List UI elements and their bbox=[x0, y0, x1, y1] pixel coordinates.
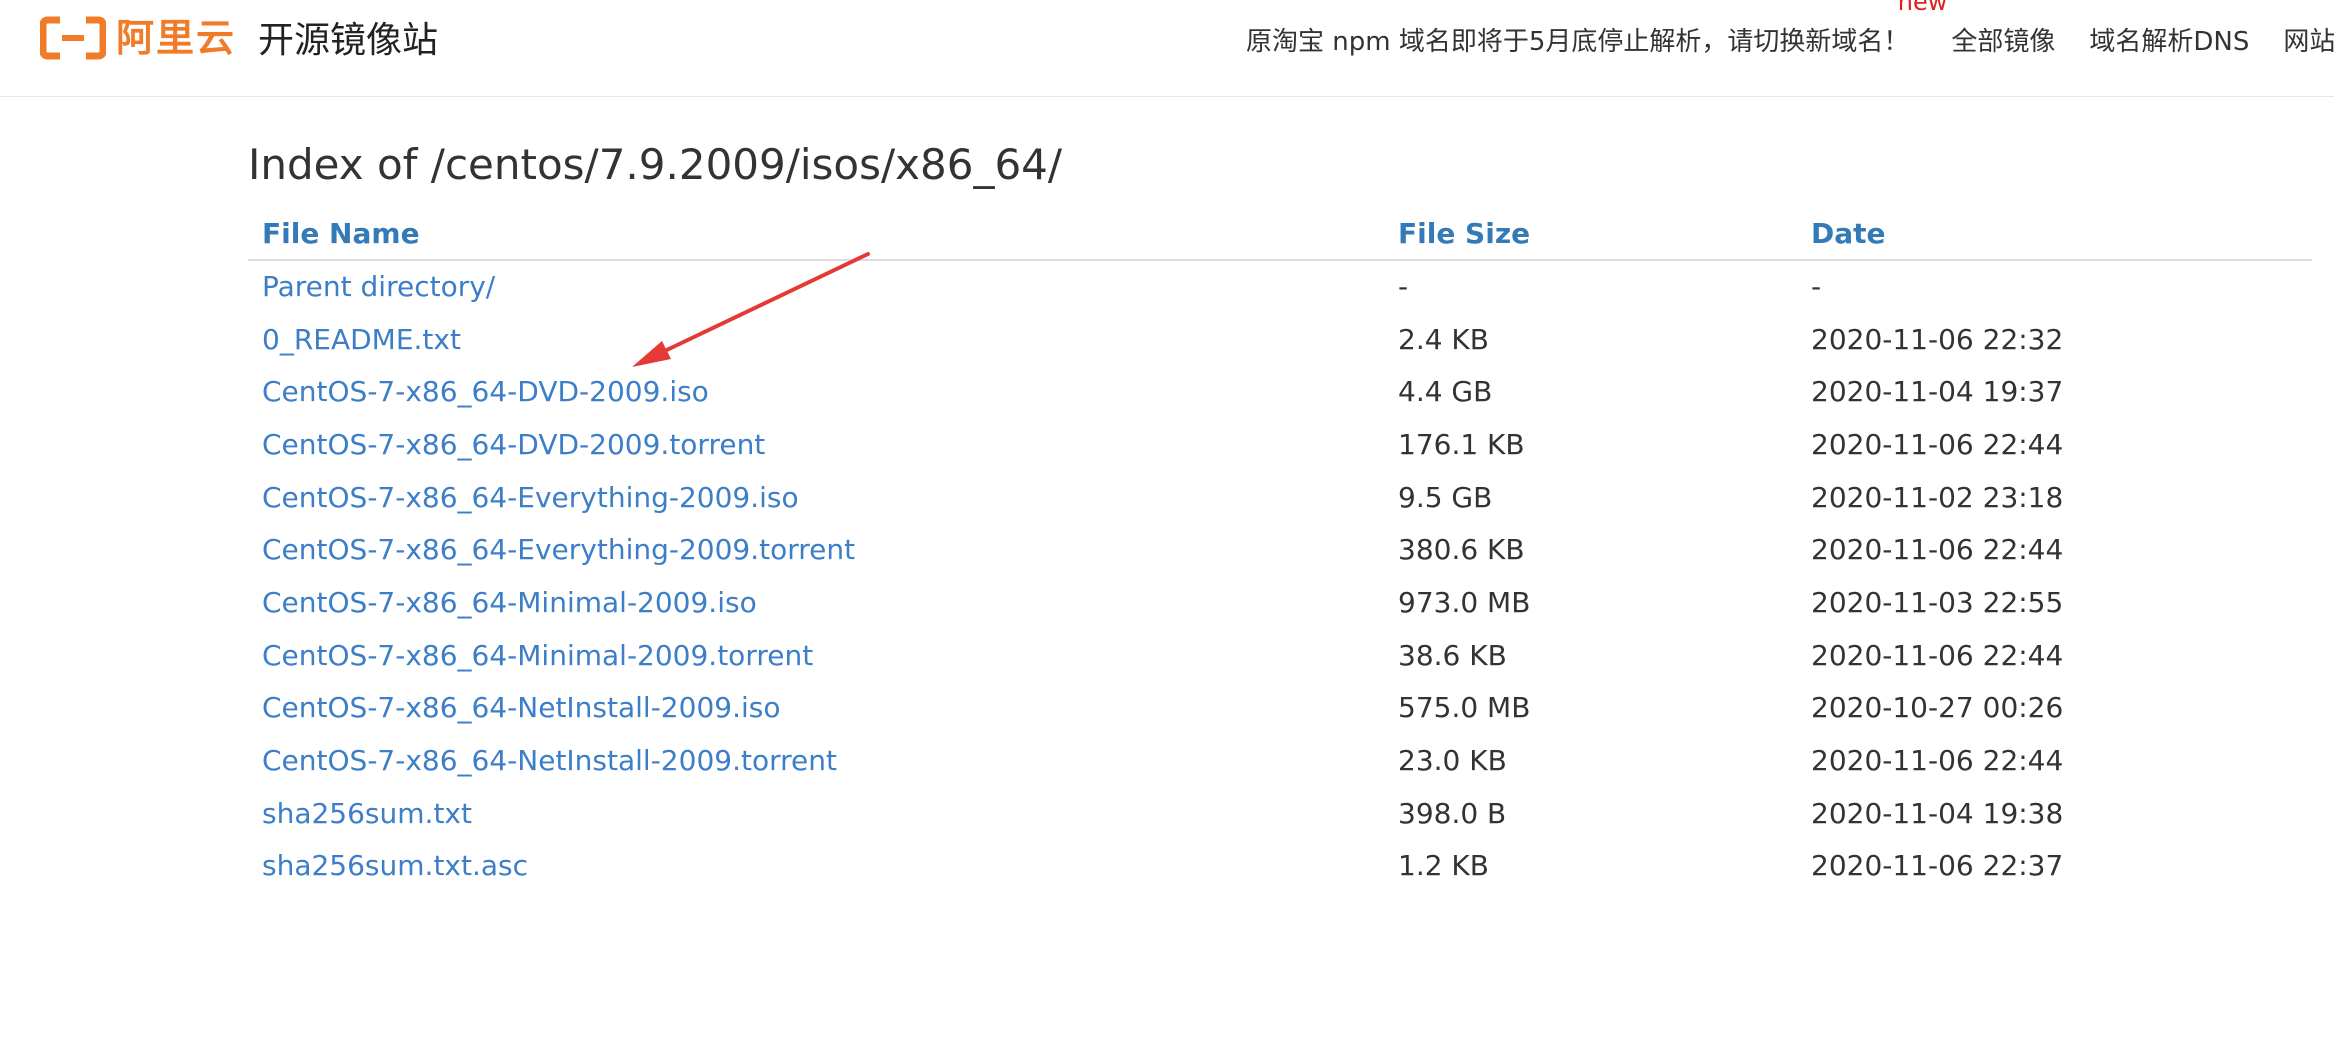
file-size-cell: 4.4 GB bbox=[1398, 375, 1493, 409]
file-size-cell: 380.6 KB bbox=[1398, 533, 1525, 567]
table-row: sha256sum.txt.asc 1.2 KB 2020-11-06 22:37 bbox=[248, 840, 2312, 893]
file-size-cell: 575.0 MB bbox=[1398, 691, 1531, 725]
file-date-cell: 2020-11-06 22:44 bbox=[1811, 744, 2064, 778]
file-date-cell: 2020-11-06 22:37 bbox=[1811, 849, 2064, 883]
table-row: CentOS-7-x86_64-Minimal-2009.torrent 38.6… bbox=[248, 629, 2312, 682]
file-name-cell: CentOS-7-x86_64-DVD-2009.torrent bbox=[248, 418, 1384, 471]
file-name-cell: CentOS-7-x86_64-DVD-2009.iso bbox=[248, 365, 1384, 418]
file-date-cell: - bbox=[1811, 270, 1822, 304]
file-link[interactable]: CentOS-7-x86_64-Everything-2009.iso bbox=[262, 481, 799, 514]
file-name-cell: sha256sum.txt bbox=[248, 787, 1384, 840]
file-name-cell: CentOS-7-x86_64-Everything-2009.torrent bbox=[248, 523, 1384, 576]
file-name-cell: CentOS-7-x86_64-NetInstall-2009.iso bbox=[248, 682, 1384, 735]
main-content: Index of /centos/7.9.2009/isos/x86_64/ F… bbox=[248, 130, 2312, 892]
nav-all-mirrors[interactable]: 全部镜像 bbox=[1951, 24, 2055, 60]
file-date-cell: 2020-11-06 22:44 bbox=[1811, 427, 2064, 461]
top-navbar: 阿里云 开源镜像站 原淘宝 npm 域名即将于5月底停止解析，请切换新域名！ n… bbox=[0, 0, 2334, 97]
file-link[interactable]: CentOS-7-x86_64-Minimal-2009.iso bbox=[262, 586, 757, 619]
file-name-cell: Parent directory/ bbox=[248, 260, 1384, 313]
top-nav: 原淘宝 npm 域名即将于5月底停止解析，请切换新域名！ new 全部镜像 域名… bbox=[1246, 0, 2334, 60]
table-row: CentOS-7-x86_64-DVD-2009.torrent 176.1 KB… bbox=[248, 418, 2312, 471]
file-table-body: Parent directory/ - - 0_README.txt 2.4 KB 202… bbox=[248, 260, 2312, 892]
file-link[interactable]: CentOS-7-x86_64-Minimal-2009.torrent bbox=[262, 639, 813, 672]
file-size-cell: - bbox=[1398, 270, 1409, 304]
nav-npm-notice[interactable]: 原淘宝 npm 域名即将于5月底停止解析，请切换新域名！ new bbox=[1246, 0, 1947, 60]
file-link[interactable]: sha256sum.txt.asc bbox=[262, 849, 528, 882]
file-date-cell: 2020-11-02 23:18 bbox=[1811, 480, 2064, 514]
table-row: CentOS-7-x86_64-Minimal-2009.iso 973.0 MB… bbox=[248, 576, 2312, 629]
file-size-cell: 398.0 B bbox=[1398, 796, 1507, 830]
column-header-file-size[interactable]: File Size bbox=[1384, 208, 1797, 261]
file-date-cell: 2020-11-03 22:55 bbox=[1811, 585, 2064, 619]
file-table: File Name File Size Date Parent director… bbox=[248, 208, 2312, 892]
file-size-cell: 973.0 MB bbox=[1398, 585, 1531, 619]
file-name-cell: CentOS-7-x86_64-NetInstall-2009.torrent bbox=[248, 734, 1384, 787]
file-link[interactable]: CentOS-7-x86_64-NetInstall-2009.torrent bbox=[262, 744, 837, 777]
file-size-cell: 2.4 KB bbox=[1398, 322, 1489, 356]
file-date-cell: 2020-11-04 19:38 bbox=[1811, 796, 2064, 830]
file-name-cell: sha256sum.txt.asc bbox=[248, 840, 1384, 893]
file-date-cell: 2020-11-06 22:32 bbox=[1811, 322, 2064, 356]
nav-npm-notice-label: 原淘宝 npm 域名即将于5月底停止解析，请切换新域名！ bbox=[1246, 27, 1910, 57]
file-name-cell: 0_README.txt bbox=[248, 313, 1384, 366]
file-size-cell: 38.6 KB bbox=[1398, 638, 1507, 672]
file-name-cell: CentOS-7-x86_64-Minimal-2009.iso bbox=[248, 576, 1384, 629]
file-link[interactable]: Parent directory/ bbox=[262, 270, 495, 303]
page-title: Index of /centos/7.9.2009/isos/x86_64/ bbox=[248, 140, 1063, 189]
nav-dns[interactable]: 域名解析DNS bbox=[2089, 24, 2249, 60]
table-row: 0_README.txt 2.4 KB 2020-11-06 22:32 bbox=[248, 313, 2312, 366]
new-badge: new bbox=[1897, 0, 1948, 16]
file-link[interactable]: CentOS-7-x86_64-DVD-2009.iso bbox=[262, 375, 709, 408]
file-name-cell: CentOS-7-x86_64-Minimal-2009.torrent bbox=[248, 629, 1384, 682]
file-date-cell: 2020-11-06 22:44 bbox=[1811, 638, 2064, 672]
file-date-cell: 2020-11-04 19:37 bbox=[1811, 375, 2064, 409]
file-link[interactable]: CentOS-7-x86_64-DVD-2009.torrent bbox=[262, 428, 765, 461]
table-row: CentOS-7-x86_64-Everything-2009.iso 9.5 G… bbox=[248, 471, 2312, 524]
file-size-cell: 176.1 KB bbox=[1398, 427, 1525, 461]
logo-text: 阿里云 bbox=[116, 16, 237, 60]
file-size-cell: 23.0 KB bbox=[1398, 744, 1507, 778]
table-row: CentOS-7-x86_64-NetInstall-2009.iso 575.0… bbox=[248, 682, 2312, 735]
table-row: sha256sum.txt 398.0 B 2020-11-04 19:38 bbox=[248, 787, 2312, 840]
brand-logo[interactable]: 阿里云 bbox=[40, 16, 236, 60]
table-row: CentOS-7-x86_64-NetInstall-2009.torrent 2… bbox=[248, 734, 2312, 787]
site-title[interactable]: 开源镜像站 bbox=[258, 17, 438, 65]
file-name-cell: CentOS-7-x86_64-Everything-2009.iso bbox=[248, 471, 1384, 524]
table-row: CentOS-7-x86_64-Everything-2009.torrent 3… bbox=[248, 523, 2312, 576]
file-date-cell: 2020-11-06 22:44 bbox=[1811, 533, 2064, 567]
file-size-cell: 1.2 KB bbox=[1398, 849, 1489, 883]
column-header-date[interactable]: Date bbox=[1797, 208, 2312, 261]
file-date-cell: 2020-10-27 00:26 bbox=[1811, 691, 2064, 725]
aliyun-logo-icon bbox=[40, 16, 106, 60]
table-row: Parent directory/ - - bbox=[248, 260, 2312, 313]
file-link[interactable]: sha256sum.txt bbox=[262, 797, 472, 830]
column-header-file-name[interactable]: File Name bbox=[248, 208, 1384, 261]
file-link[interactable]: 0_README.txt bbox=[262, 323, 461, 356]
nav-ntp[interactable]: 网站授时NT bbox=[2283, 24, 2334, 60]
table-header-row: File Name File Size Date bbox=[248, 208, 2312, 261]
file-size-cell: 9.5 GB bbox=[1398, 480, 1493, 514]
table-row: CentOS-7-x86_64-DVD-2009.iso 4.4 GB 2020-1… bbox=[248, 365, 2312, 418]
file-link[interactable]: CentOS-7-x86_64-Everything-2009.torrent bbox=[262, 533, 855, 566]
file-link[interactable]: CentOS-7-x86_64-NetInstall-2009.iso bbox=[262, 691, 780, 724]
